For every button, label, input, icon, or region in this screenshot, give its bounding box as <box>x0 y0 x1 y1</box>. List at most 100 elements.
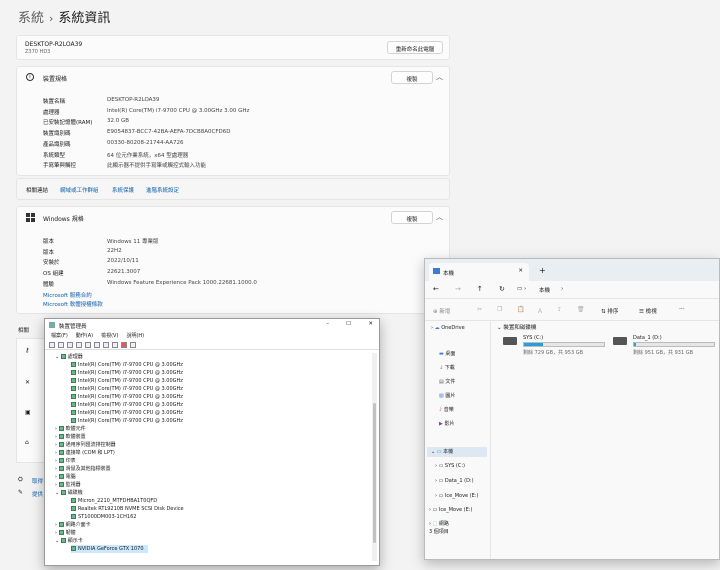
tree-group[interactable]: › 印表 <box>55 457 76 465</box>
tree-cpu[interactable]: Intel(R) Core(TM) i7-9700 CPU @ 3.00GHz <box>71 401 183 409</box>
spec-row: 處理器 Intel(R) Core(TM) i7-9700 CPU @ 3.00G… <box>43 108 250 116</box>
up-icon[interactable]: ↑ <box>477 285 483 293</box>
nav-drive-d[interactable]: › ▭ Data_1 (D:) <box>435 476 474 486</box>
tree-cpu[interactable]: Intel(R) Core(TM) i7-9700 CPU @ 3.00GHz <box>71 409 183 417</box>
tree-cpu[interactable]: Intel(R) Core(TM) i7-9700 CPU @ 3.00GHz <box>71 393 183 401</box>
share-icon[interactable]: ⇪ <box>557 306 562 313</box>
new-button[interactable]: ⊕ 新增 <box>433 307 450 315</box>
properties-icon[interactable] <box>67 342 73 348</box>
back-icon[interactable] <box>49 342 55 348</box>
download-icon[interactable] <box>130 342 136 348</box>
help-icon[interactable]: ⛭ <box>18 476 23 484</box>
monitor-icon[interactable] <box>103 342 109 348</box>
tree-cpu[interactable]: Intel(R) Core(TM) i7-9700 CPU @ 3.00GHz <box>71 385 183 393</box>
tree-group[interactable]: › 連接埠 (COM 和 LPT) <box>55 449 115 457</box>
help-icon[interactable] <box>76 342 82 348</box>
chevron-up-icon[interactable]: ︿ <box>436 212 443 222</box>
get-help-link[interactable]: 取得 <box>32 477 43 485</box>
link-system-protection[interactable]: 系統保護 <box>112 186 134 194</box>
scrollbar-thumb[interactable] <box>373 403 376 543</box>
tree-group-disks[interactable]: ⌄ 磁碟機 <box>55 489 83 497</box>
tools-icon[interactable]: ✕ <box>25 379 30 386</box>
tree-group[interactable]: › 滑鼠及其他指標裝置 <box>55 465 111 473</box>
new-tab-icon[interactable]: + <box>539 266 546 275</box>
nav-downloads[interactable]: ↓ 下載 <box>439 363 455 373</box>
nav-music[interactable]: ♪ 音樂 <box>439 405 454 415</box>
maximize-button[interactable]: ☐ <box>346 321 351 327</box>
sort-button[interactable]: ⇅ 排序 <box>601 307 618 315</box>
window-title: 裝置管理員 <box>59 324 87 330</box>
tree-cpu[interactable]: Intel(R) Core(TM) i7-9700 CPU @ 3.00GHz <box>71 377 183 385</box>
feedback-icon[interactable]: ✎ <box>18 489 23 496</box>
more-icon[interactable]: ··· <box>679 306 685 313</box>
tree-gpu[interactable]: NVIDIA GeForce GTX 1070 <box>71 545 148 553</box>
key-icon[interactable]: ⚷ <box>25 347 29 354</box>
spec-row: 產品識別碼 00330-80208-21744-AA726 <box>43 140 184 148</box>
tab-this-pc[interactable]: 本機 ✕ <box>429 263 529 281</box>
tree-cpu[interactable]: Intel(R) Core(TM) i7-9700 CPU @ 3.00GHz <box>71 417 183 425</box>
windows-specs-title: Windows 規格 <box>43 216 84 223</box>
menu-action[interactable]: 動作(A) <box>76 332 93 339</box>
update-driver-icon[interactable] <box>85 342 91 348</box>
tree-group[interactable]: › 軟體裝置 <box>55 433 86 441</box>
cut-icon[interactable]: ✂ <box>477 306 482 313</box>
forward-icon[interactable] <box>58 342 64 348</box>
nav-this-pc[interactable]: ⌄ ▭ 本機 <box>427 447 487 457</box>
tree-group[interactable]: › 軟體元件 <box>55 425 86 433</box>
nav-onedrive[interactable]: › ☁ OneDrive <box>431 323 465 333</box>
rename-icon[interactable]: Ａ <box>537 306 543 315</box>
add-icon[interactable] <box>112 342 118 348</box>
uninstall-icon[interactable] <box>121 342 127 348</box>
tree-group[interactable]: › 電腦 <box>55 473 76 481</box>
scrollbar[interactable] <box>372 353 377 561</box>
tree-disk[interactable]: Realtek RTL9210B NVME SCSI Disk Device <box>71 505 184 513</box>
drive-name: SYS (C:) <box>523 335 544 341</box>
tree-group[interactable]: › 韌體 <box>55 529 76 537</box>
refresh-icon[interactable]: ↻ <box>499 285 505 293</box>
delete-icon[interactable]: 🗑 <box>577 306 585 313</box>
menu-help[interactable]: 說明(H) <box>126 332 144 339</box>
nav-desktop[interactable]: ▬ 桌面 <box>439 349 455 359</box>
feedback-link[interactable]: 提供 <box>32 490 43 498</box>
tree-group[interactable]: › 監視器 <box>55 481 81 489</box>
forward-icon[interactable]: → <box>455 285 461 293</box>
tree-group[interactable]: › 通用序列匯流排控制器 <box>55 441 116 449</box>
tree-group[interactable]: › 網路介面卡 <box>55 521 91 529</box>
paste-icon[interactable]: 📋 <box>517 306 524 313</box>
link-domain-workgroup[interactable]: 網域或工作群組 <box>60 186 99 194</box>
nav-drive-c[interactable]: › ▭ SYS (C:) <box>435 461 465 471</box>
remote-icon[interactable]: ⌂ <box>25 439 29 446</box>
section-header[interactable]: ⌄ 裝置和磁碟機 <box>497 323 536 331</box>
link-advanced-settings[interactable]: 進階系統設定 <box>146 186 179 194</box>
tree-disk[interactable]: Micron_2210_MTFDHBA1T0QFD <box>71 497 157 505</box>
link-services-agreement[interactable]: Microsoft 服務合約 <box>43 291 92 299</box>
chevron-up-icon[interactable]: ︿ <box>436 72 443 82</box>
close-tab-icon[interactable]: ✕ <box>518 268 523 274</box>
nav-videos[interactable]: ▶ 影片 <box>439 419 454 429</box>
breadcrumb-parent[interactable]: 系統 <box>18 11 44 26</box>
device-icon[interactable]: ▣ <box>25 409 31 416</box>
nav-pictures[interactable]: ▧ 圖片 <box>439 391 455 401</box>
tree-group-processors[interactable]: ⌄ 處理器 <box>55 353 83 361</box>
copy-icon[interactable]: ❐ <box>497 306 502 313</box>
minimize-button[interactable]: – <box>326 321 329 327</box>
tree-cpu[interactable]: Intel(R) Core(TM) i7-9700 CPU @ 3.00GHz <box>71 369 183 377</box>
menu-file[interactable]: 檔案(F) <box>51 332 68 339</box>
scan-icon[interactable] <box>94 342 100 348</box>
nav-drive-e[interactable]: › ▭ Ice_Move (E:) <box>435 491 478 501</box>
win-row: 版本 Windows 11 專業版 <box>43 239 159 245</box>
tree-cpu[interactable]: Intel(R) Core(TM) i7-9700 CPU @ 3.00GHz <box>71 361 183 369</box>
copy-windows-button[interactable]: 複製 <box>391 211 433 224</box>
close-button[interactable]: ✕ <box>368 321 373 327</box>
nav-documents[interactable]: ▤ 文件 <box>439 377 455 387</box>
back-icon[interactable]: ← <box>433 285 439 293</box>
view-button[interactable]: ☰ 檢視 <box>639 307 657 315</box>
nav-drive-e-2[interactable]: › ▭ Ice_Move (E:) <box>429 505 472 515</box>
link-license-terms[interactable]: Microsoft 軟體授權條款 <box>43 300 103 308</box>
address-field[interactable]: 本機 <box>539 286 550 294</box>
menu-view[interactable]: 檢視(V) <box>101 332 118 339</box>
copy-specs-button[interactable]: 複製 <box>391 71 433 84</box>
tree-group-display[interactable]: ⌄ 顯示卡 <box>55 537 83 545</box>
tree-disk[interactable]: ST1000DM003-1CH162 <box>71 513 136 521</box>
rename-pc-button[interactable]: 重新命名此電腦 <box>387 41 443 54</box>
